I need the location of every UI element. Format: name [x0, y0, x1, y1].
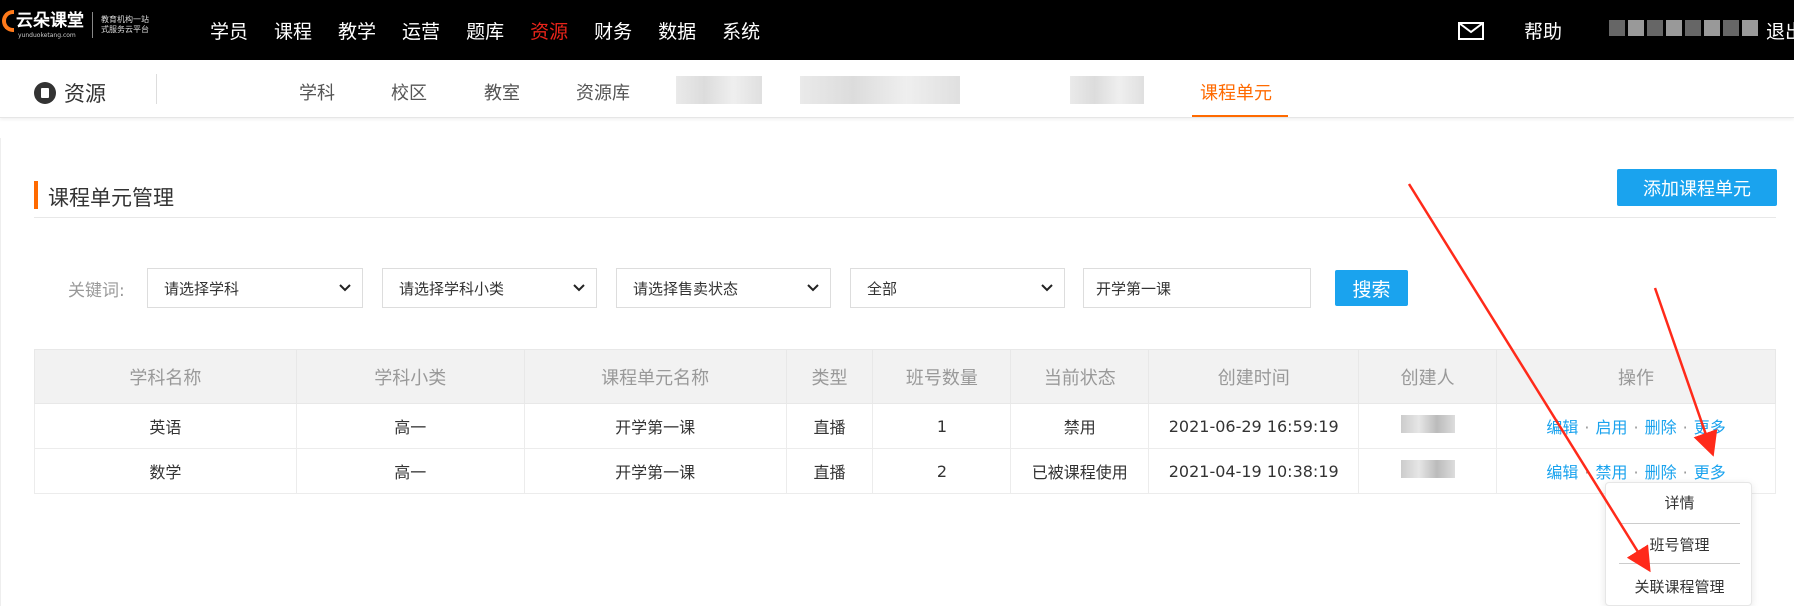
- logo-divider: [92, 11, 93, 38]
- delete-link[interactable]: 删除: [1645, 463, 1677, 482]
- mail-icon[interactable]: [1458, 22, 1484, 40]
- nav-operations[interactable]: 运营: [402, 17, 440, 44]
- logo-url: yunduoketang.com: [18, 32, 76, 39]
- section-title: 资源: [64, 82, 106, 106]
- cell-status: 禁用: [1010, 403, 1150, 449]
- cell-class-count: 1: [872, 403, 1012, 449]
- delete-link[interactable]: 删除: [1645, 418, 1677, 437]
- nav-question-bank[interactable]: 题库: [466, 17, 504, 44]
- disable-link[interactable]: 禁用: [1595, 463, 1627, 482]
- nav-courses[interactable]: 课程: [274, 17, 312, 44]
- subcategory-select[interactable]: 请选择学科小类: [382, 268, 597, 308]
- col-created-at[interactable]: 创建时间: [1148, 349, 1360, 404]
- redacted-tab: [1070, 76, 1144, 104]
- main-nav: 学员 课程 教学 运营 题库 资源 财务 数据 系统: [210, 0, 786, 60]
- user-name-redacted: [1609, 20, 1759, 36]
- chevron-down-icon: [573, 284, 585, 292]
- sub-nav: 资源 学科 校区 教室 资源库 课程单元: [0, 60, 1794, 118]
- tab-subject[interactable]: 学科: [299, 79, 335, 105]
- logo-slogan: 教育机构一站 式服务云平台: [101, 14, 149, 34]
- subject-select[interactable]: 请选择学科: [147, 268, 363, 308]
- course-unit-table: 学科名称 学科小类 课程单元名称 类型 班号数量 当前状态 创建时间 创建人 操…: [34, 349, 1776, 494]
- col-type[interactable]: 类型: [785, 349, 874, 404]
- col-status[interactable]: 当前状态: [1010, 349, 1150, 404]
- redacted-tab: [676, 76, 762, 104]
- tab-campus[interactable]: 校区: [391, 79, 427, 105]
- menu-item-details[interactable]: 详情: [1606, 492, 1753, 513]
- title-divider: [34, 217, 1776, 218]
- edit-link[interactable]: 编辑: [1546, 418, 1578, 437]
- cloud-logo-icon: [2, 10, 14, 32]
- cell-actions: 编辑 · 启用 · 删除 · 更多: [1496, 403, 1776, 449]
- cell-subcategory: 高一: [295, 448, 525, 494]
- nav-data[interactable]: 数据: [658, 17, 696, 44]
- keyword-label: 关键词:: [68, 281, 125, 301]
- cell-created-at: 2021-04-19 10:38:19: [1148, 448, 1360, 494]
- edit-link[interactable]: 编辑: [1546, 463, 1578, 482]
- resource-icon: [34, 82, 56, 104]
- menu-item-class-management[interactable]: 班号管理: [1606, 534, 1753, 555]
- menu-divider: [1619, 523, 1740, 524]
- col-actions[interactable]: 操作: [1496, 349, 1776, 404]
- page-title: 课程单元管理: [48, 186, 174, 210]
- chevron-down-icon: [807, 284, 819, 292]
- col-subcategory[interactable]: 学科小类: [295, 349, 525, 404]
- tab-resource-library[interactable]: 资源库: [576, 79, 630, 105]
- cell-creator: [1358, 403, 1498, 449]
- logo[interactable]: 云朵课堂 yunduoketang.com 教育机构一站 式服务云平台: [2, 10, 149, 39]
- section-header: 资源: [34, 78, 106, 108]
- more-dropdown-menu: 详情 班号管理 关联课程管理: [1605, 482, 1752, 606]
- col-creator[interactable]: 创建人: [1358, 349, 1498, 404]
- creator-redacted: [1400, 460, 1455, 478]
- table-row: 数学 高一 开学第一课 直播 2 已被课程使用 2021-04-19 10:38…: [34, 448, 1776, 494]
- top-bar: 云朵课堂 yunduoketang.com 教育机构一站 式服务云平台 学员 课…: [0, 0, 1794, 60]
- cell-created-at: 2021-06-29 16:59:19: [1148, 403, 1360, 449]
- menu-item-linked-course-management[interactable]: 关联课程管理: [1606, 576, 1753, 597]
- col-subject-name[interactable]: 学科名称: [34, 349, 297, 404]
- search-button[interactable]: 搜索: [1335, 270, 1408, 306]
- title-accent-bar: [34, 181, 38, 209]
- nav-finance[interactable]: 财务: [594, 17, 632, 44]
- add-course-unit-button[interactable]: 添加课程单元: [1617, 169, 1777, 206]
- tab-course-unit[interactable]: 课程单元: [1200, 79, 1272, 105]
- col-class-count[interactable]: 班号数量: [872, 349, 1012, 404]
- subnav-divider: [156, 74, 157, 104]
- cell-type: 直播: [785, 448, 874, 494]
- active-tab-indicator: [1192, 115, 1288, 117]
- help-link[interactable]: 帮助: [1524, 17, 1562, 44]
- cell-subcategory: 高一: [295, 403, 525, 449]
- table-header-row: 学科名称 学科小类 课程单元名称 类型 班号数量 当前状态 创建时间 创建人 操…: [34, 349, 1776, 404]
- chevron-down-icon: [339, 284, 351, 292]
- cell-status: 已被课程使用: [1010, 448, 1150, 494]
- cell-unit-name: 开学第一课: [523, 448, 787, 494]
- redacted-tab: [800, 76, 960, 104]
- more-link[interactable]: 更多: [1694, 463, 1726, 482]
- type-select[interactable]: 全部: [850, 268, 1065, 308]
- nav-resources[interactable]: 资源: [530, 17, 568, 44]
- col-unit-name[interactable]: 课程单元名称: [523, 349, 787, 404]
- nav-system[interactable]: 系统: [722, 17, 760, 44]
- cell-type: 直播: [785, 403, 874, 449]
- logo-text: 云朵课堂: [2, 10, 84, 32]
- nav-teaching[interactable]: 教学: [338, 17, 376, 44]
- menu-divider: [1619, 563, 1740, 564]
- more-link[interactable]: 更多: [1694, 418, 1726, 437]
- cell-subject: 数学: [34, 448, 297, 494]
- tab-classroom[interactable]: 教室: [484, 79, 520, 105]
- table-row: 英语 高一 开学第一课 直播 1 禁用 2021-06-29 16:59:19 …: [34, 403, 1776, 449]
- cell-unit-name: 开学第一课: [523, 403, 787, 449]
- nav-students[interactable]: 学员: [210, 17, 248, 44]
- logout-link[interactable]: 退出: [1766, 17, 1794, 44]
- cell-subject: 英语: [34, 403, 297, 449]
- cell-class-count: 2: [872, 448, 1012, 494]
- cell-creator: [1358, 448, 1498, 494]
- creator-redacted: [1400, 415, 1455, 433]
- enable-link[interactable]: 启用: [1595, 418, 1627, 437]
- chevron-down-icon: [1041, 284, 1053, 292]
- keyword-input[interactable]: 开学第一课: [1083, 268, 1311, 308]
- sale-status-select[interactable]: 请选择售卖状态: [616, 268, 831, 308]
